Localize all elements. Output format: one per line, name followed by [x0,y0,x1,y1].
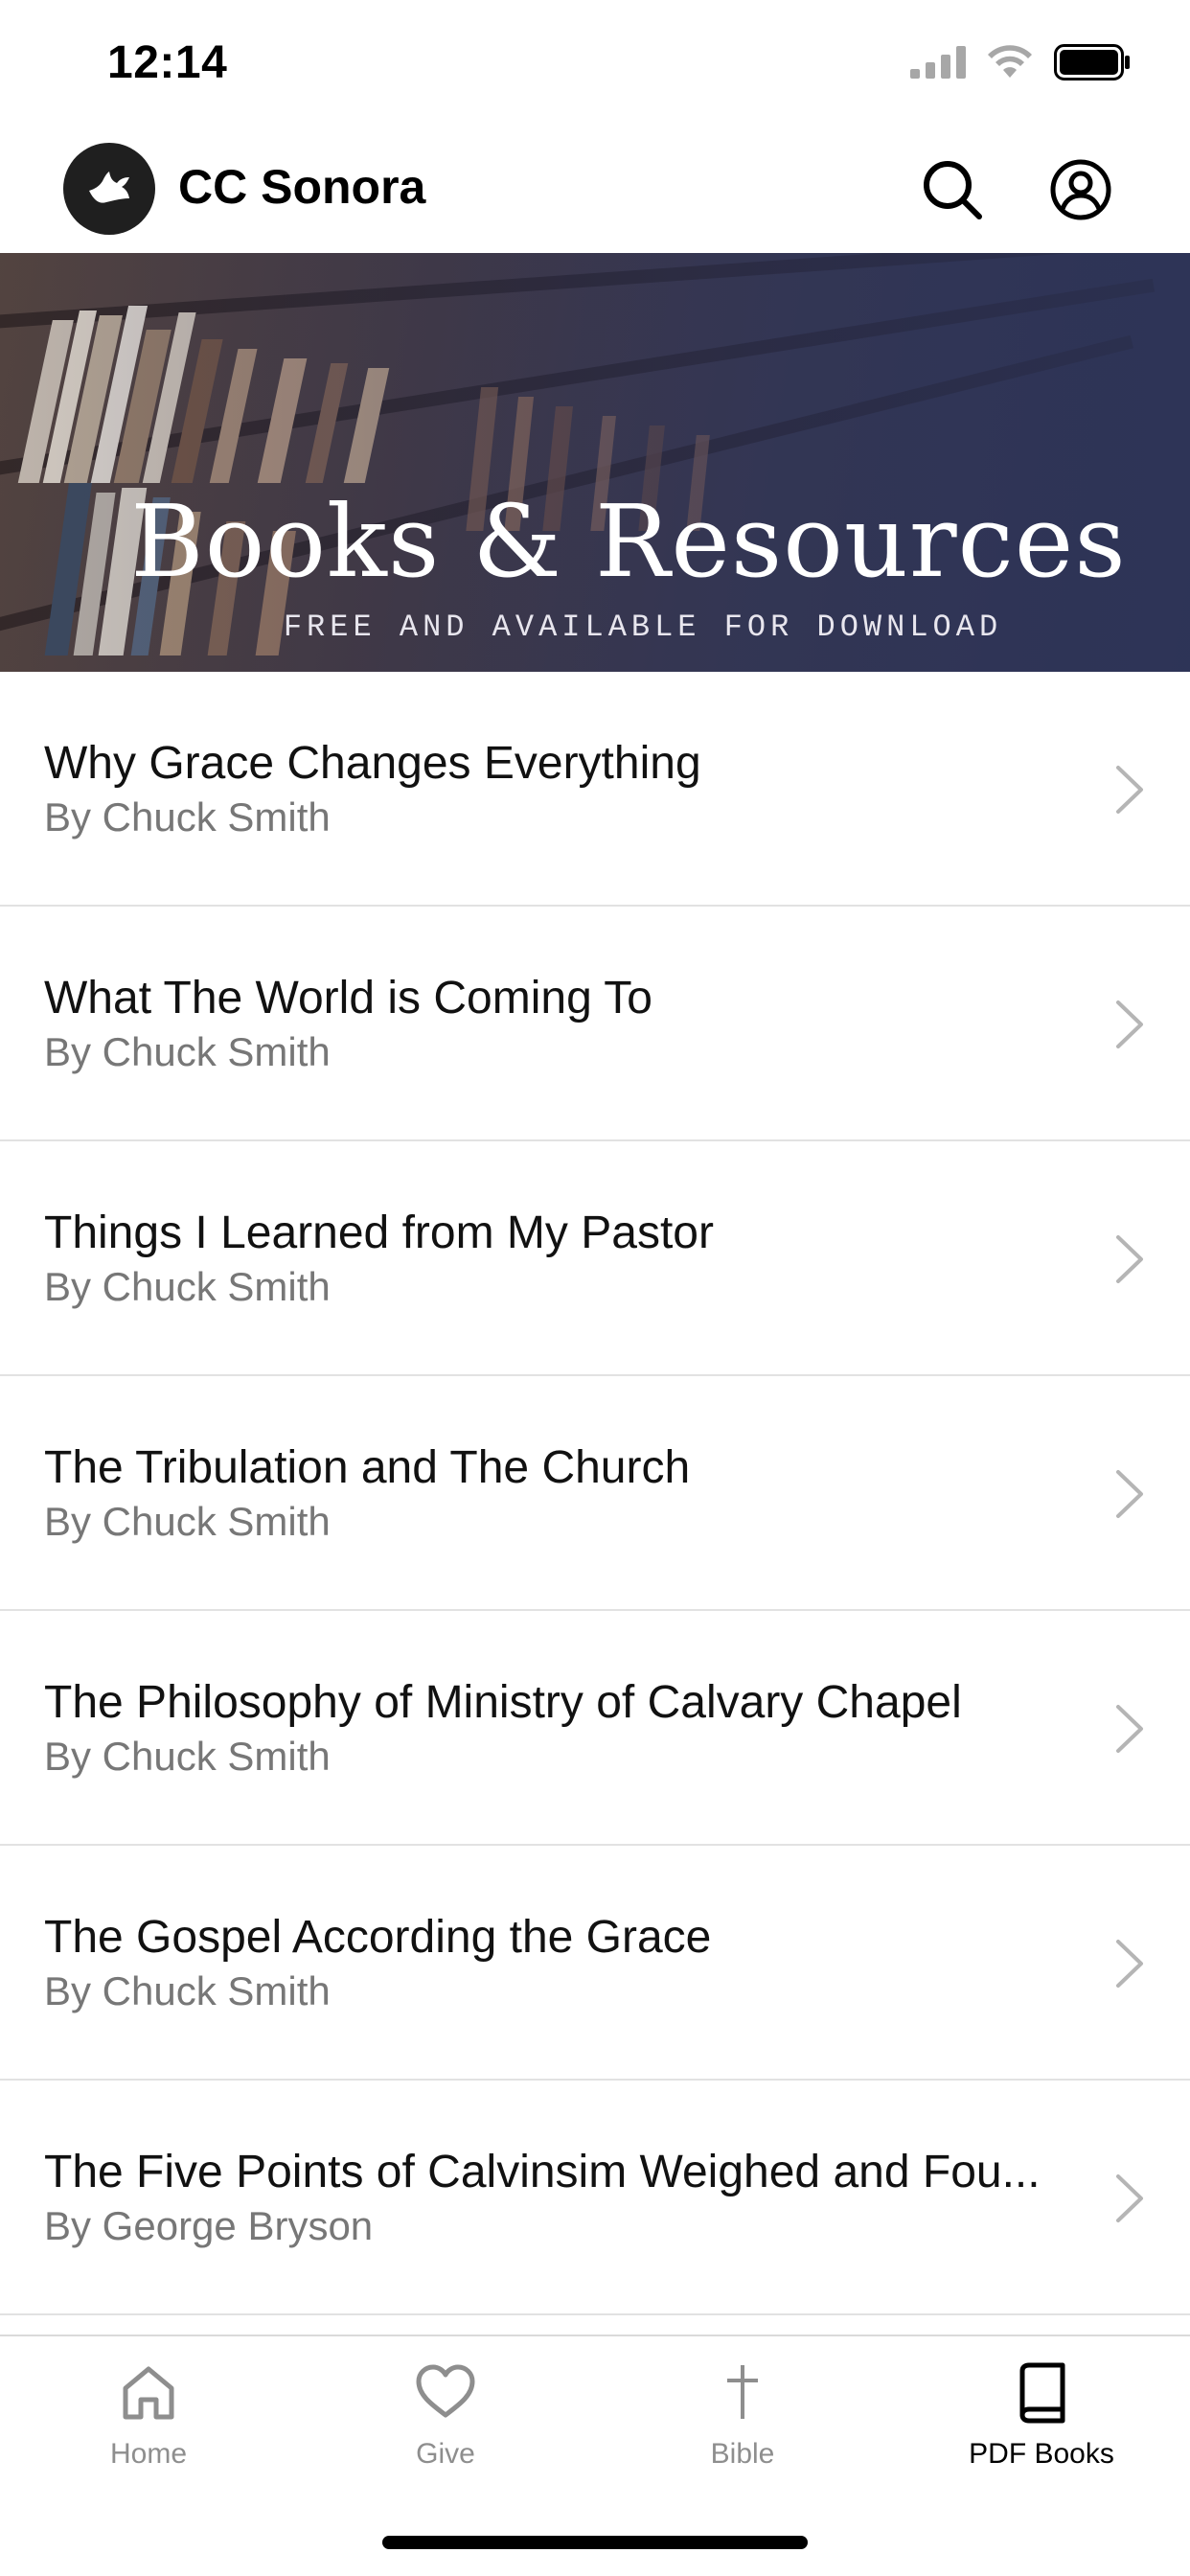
book-title: The Gospel According the Grace [44,1912,712,1963]
hero-banner: Books & Resources FREE AND AVAILABLE FOR… [0,253,1190,672]
book-title: The Philosophy of Ministry of Calvary Ch… [44,1677,962,1728]
app-logo[interactable] [63,143,155,235]
book-author: By Chuck Smith [44,1968,331,2013]
book-title: Things I Learned from My Pastor [44,1208,714,1258]
chevron-right-icon [1116,1235,1143,1283]
tab-home[interactable]: Home [0,2356,297,2490]
chevron-right-icon [1116,2174,1143,2222]
book-author: By Chuck Smith [44,1499,331,1544]
search-icon [924,161,982,219]
chevron-right-icon [1116,1000,1143,1048]
profile-button[interactable] [1048,157,1113,222]
tab-pdf-books[interactable]: PDF Books [893,2356,1190,2490]
battery-icon [1054,44,1130,80]
banner-title: Books & Resources [130,483,1127,600]
book-author: By Chuck Smith [44,1029,331,1074]
tab-give[interactable]: Give [297,2356,594,2490]
book-title: The Five Points of Calvinsim Weighed and… [44,2147,1041,2197]
dove-icon [89,172,129,203]
book-author: By Chuck Smith [44,794,331,840]
list-item[interactable]: The Tribulation and The Church By Chuck … [0,1376,1190,1611]
tab-label: PDF Books [969,2438,1114,2470]
banner-subtitle: FREE AND AVAILABLE FOR DOWNLOAD [283,610,1003,645]
list-item[interactable]: The Gospel According the Grace By Chuck … [0,1846,1190,2081]
cross-icon [727,2365,758,2419]
search-button[interactable] [920,157,985,222]
user-circle-icon [1050,159,1111,220]
home-indicator[interactable] [382,2536,808,2549]
status-time: 12:14 [107,37,228,88]
home-icon [123,2366,174,2420]
book-title: Why Grace Changes Everything [44,738,701,789]
book-author: By George Bryson [44,2203,374,2248]
list-item[interactable]: Why Grace Changes Everything By Chuck Sm… [0,672,1190,907]
chevron-right-icon [1116,1940,1143,1988]
list-item[interactable]: Things I Learned from My Pastor By Chuck… [0,1141,1190,1376]
app-title: CC Sonora [178,160,426,214]
tab-label: Bible [710,2438,775,2470]
chevron-right-icon [1116,1705,1143,1753]
status-icons [910,44,1131,80]
book-title: The Tribulation and The Church [44,1442,691,1493]
tab-label: Give [416,2438,475,2470]
status-bar: 12:14 [0,0,1190,128]
app-header: CC Sonora [0,128,1190,253]
list-item[interactable]: What The World is Coming To By Chuck Smi… [0,907,1190,1141]
book-author: By Chuck Smith [44,1734,331,1779]
chevron-right-icon [1116,766,1143,814]
book-icon [1019,2362,1065,2424]
cellular-signal-icon [910,46,966,79]
chevron-right-icon [1116,1470,1143,1518]
tab-bible[interactable]: Bible [594,2356,891,2490]
list-item[interactable]: The Philosophy of Ministry of Calvary Ch… [0,1611,1190,1846]
wifi-icon [988,45,1032,78]
heart-icon [416,2364,475,2418]
tab-label: Home [109,2438,188,2470]
book-title: What The World is Coming To [44,973,652,1024]
book-author: By Chuck Smith [44,1264,331,1309]
list-item[interactable]: The Five Points of Calvinsim Weighed and… [0,2081,1190,2315]
book-list: Why Grace Changes Everything By Chuck Sm… [0,672,1190,2315]
